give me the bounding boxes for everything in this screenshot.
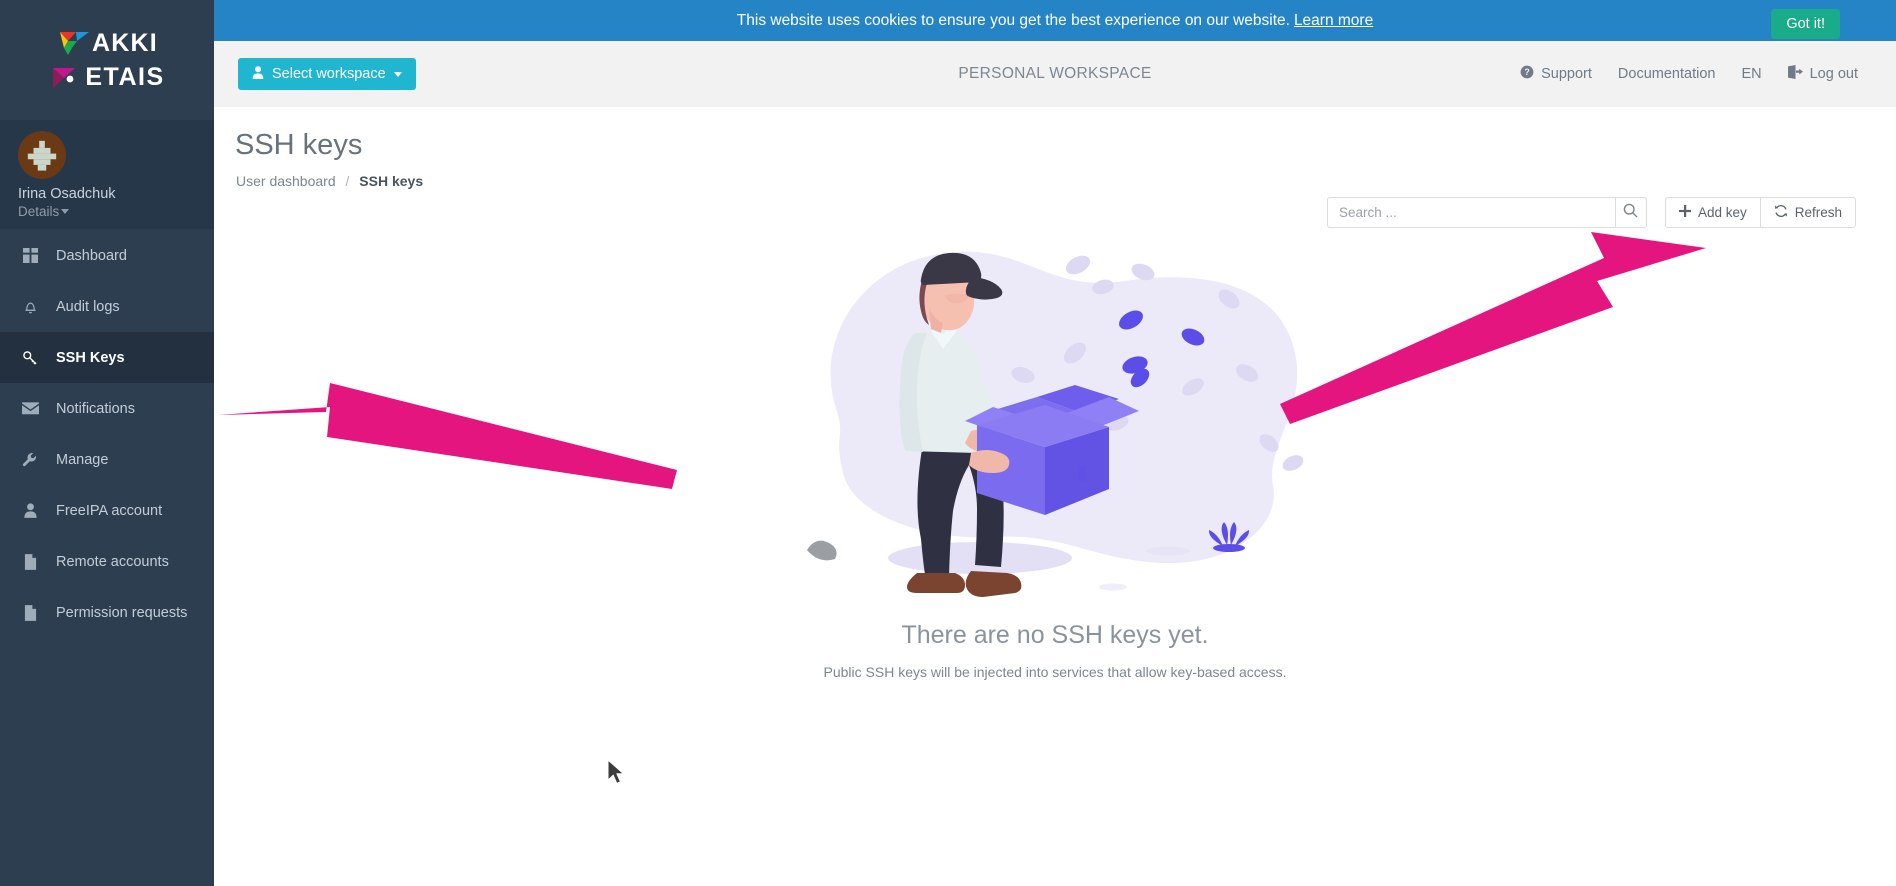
- empty-state-illustration-icon: [795, 215, 1315, 615]
- user-icon: [18, 503, 42, 518]
- user-details-toggle[interactable]: Details: [18, 203, 70, 219]
- sidebar-item-label: Permission requests: [56, 604, 188, 621]
- akki-mark-icon: [56, 28, 90, 58]
- sidebar-item-notifications[interactable]: Notifications: [0, 383, 214, 434]
- sidebar-item-label: Dashboard: [56, 247, 127, 264]
- envelope-icon: [18, 402, 42, 415]
- cookie-learn-more-link[interactable]: Learn more: [1294, 12, 1373, 30]
- sidebar-item-freeipa-account[interactable]: FreeIPA account: [0, 485, 214, 536]
- support-link[interactable]: ? Support: [1520, 65, 1592, 83]
- breadcrumb: User dashboard / SSH keys: [236, 173, 423, 189]
- etais-mark-icon: [49, 62, 83, 92]
- user-name: Irina Osadchuk: [18, 185, 116, 202]
- sidebar-item-label: Remote accounts: [56, 553, 169, 570]
- brand-logo[interactable]: AKKI ETAIS: [0, 0, 214, 120]
- cookie-banner: This website uses cookies to ensure you …: [214, 0, 1896, 41]
- support-label: Support: [1541, 66, 1592, 82]
- language-selector[interactable]: EN: [1741, 66, 1761, 82]
- sidebar-item-label: SSH Keys: [56, 349, 125, 366]
- logout-label: Log out: [1809, 66, 1858, 82]
- page-title: SSH keys: [235, 129, 363, 161]
- top-header-links: ? Support Documentation EN Log out: [1520, 65, 1858, 83]
- cookie-accept-button[interactable]: Got it!: [1771, 9, 1840, 39]
- sidebar-item-dashboard[interactable]: Dashboard: [0, 230, 214, 281]
- sidebar-item-label: Manage: [56, 451, 109, 468]
- avatar: [18, 130, 66, 179]
- sidebar-item-label: Audit logs: [56, 298, 120, 315]
- logo-akki-text: AKKI: [92, 28, 158, 57]
- logo-akki-row: AKKI: [56, 26, 158, 60]
- svg-text:?: ?: [1524, 67, 1529, 77]
- wrench-icon: [18, 452, 42, 468]
- user-details-label: Details: [18, 203, 60, 219]
- sidebar-item-manage[interactable]: Manage: [0, 434, 214, 485]
- avatar-glyph-icon: [18, 131, 66, 179]
- sidebar-item-remote-accounts[interactable]: Remote accounts: [0, 536, 214, 587]
- document-icon: [18, 604, 42, 621]
- chevron-down-icon: [393, 71, 402, 77]
- bell-icon: [18, 299, 42, 315]
- sidebar-item-audit-logs[interactable]: Audit logs: [0, 281, 214, 332]
- user-panel: Irina Osadchuk Details: [0, 120, 214, 230]
- logo-etais-text: ETAIS: [85, 62, 165, 91]
- logo-etais-row: ETAIS: [49, 60, 164, 94]
- empty-state-title: There are no SSH keys yet.: [901, 621, 1209, 649]
- sidebar-nav: Dashboard Audit logs SSH Keys Notificati…: [0, 230, 214, 638]
- documentation-label: Documentation: [1617, 66, 1716, 82]
- documentation-link[interactable]: Documentation: [1618, 66, 1716, 82]
- select-workspace-button[interactable]: Select workspace: [238, 58, 416, 90]
- question-circle-icon: ?: [1520, 65, 1534, 83]
- user-icon: [252, 65, 264, 83]
- cookie-message: This website uses cookies to ensure you …: [736, 11, 1290, 29]
- select-workspace-label: Select workspace: [272, 66, 386, 82]
- breadcrumb-user-dashboard[interactable]: User dashboard: [236, 173, 336, 189]
- empty-state-subtitle: Public SSH keys will be injected into se…: [823, 664, 1287, 680]
- sidebar-item-permission-requests[interactable]: Permission requests: [0, 587, 214, 638]
- chevron-down-icon: [61, 209, 70, 215]
- sidebar-item-label: Notifications: [56, 400, 135, 417]
- main-content: SSH keys User dashboard / SSH keys Searc…: [214, 107, 1896, 886]
- grid-icon: [18, 248, 42, 263]
- logout-icon: [1787, 65, 1803, 83]
- sidebar-item-ssh-keys[interactable]: SSH Keys: [0, 332, 214, 383]
- language-label: EN: [1741, 66, 1762, 82]
- app-root: AKKI ETAIS Irina Osadchuk Details Dashbo…: [0, 0, 1896, 886]
- empty-state: There are no SSH keys yet. Public SSH ke…: [214, 215, 1896, 680]
- document-icon: [18, 553, 42, 570]
- breadcrumb-current: SSH keys: [359, 173, 424, 189]
- sidebar: AKKI ETAIS Irina Osadchuk Details Dashbo…: [0, 0, 214, 886]
- key-icon: [18, 350, 42, 366]
- logout-link[interactable]: Log out: [1787, 65, 1858, 83]
- top-header: Select workspace PERSONAL WORKSPACE ? Su…: [214, 41, 1896, 107]
- breadcrumb-separator: /: [345, 173, 350, 189]
- sidebar-item-label: FreeIPA account: [56, 502, 163, 519]
